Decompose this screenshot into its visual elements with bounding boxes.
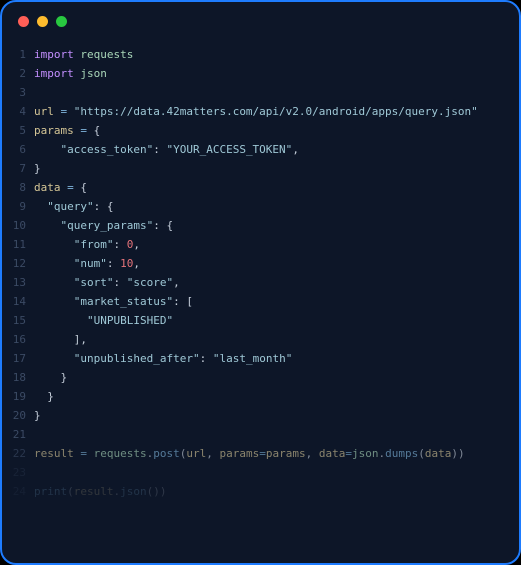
line-number: 15 xyxy=(10,311,34,330)
line-content: url = "https://data.42matters.com/api/v2… xyxy=(34,102,478,121)
line-content: } xyxy=(34,406,41,425)
line-number: 3 xyxy=(10,83,34,102)
line-number: 6 xyxy=(10,140,34,159)
line-content: "access_token": "YOUR_ACCESS_TOKEN", xyxy=(34,140,299,159)
line-number: 17 xyxy=(10,349,34,368)
line-number: 23 xyxy=(10,463,34,482)
line-number: 12 xyxy=(10,254,34,273)
line-content: params = { xyxy=(34,121,100,140)
code-line: 8data = { xyxy=(10,178,519,197)
code-line: 22result = requests.post(url, params=par… xyxy=(10,444,519,463)
code-line: 7} xyxy=(10,159,519,178)
code-line: 10 "query_params": { xyxy=(10,216,519,235)
code-line: 24print(result.json()) xyxy=(10,482,519,501)
line-number: 9 xyxy=(10,197,34,216)
line-content: } xyxy=(34,387,54,406)
line-content: "num": 10, xyxy=(34,254,140,273)
code-line: 3 xyxy=(10,83,519,102)
line-number: 20 xyxy=(10,406,34,425)
line-number: 11 xyxy=(10,235,34,254)
code-line: 20} xyxy=(10,406,519,425)
code-line: 2import json xyxy=(10,64,519,83)
line-content: "market_status": [ xyxy=(34,292,193,311)
line-number: 18 xyxy=(10,368,34,387)
line-number: 2 xyxy=(10,64,34,83)
line-content: ], xyxy=(34,330,87,349)
line-content: data = { xyxy=(34,178,87,197)
line-content: print(result.json()) xyxy=(34,482,167,501)
window-titlebar xyxy=(2,16,519,45)
line-number: 16 xyxy=(10,330,34,349)
code-line: 5params = { xyxy=(10,121,519,140)
line-content: } xyxy=(34,368,67,387)
code-editor[interactable]: 1import requests2import json34url = "htt… xyxy=(2,45,519,501)
line-number: 19 xyxy=(10,387,34,406)
line-content: "UNPUBLISHED" xyxy=(34,311,173,330)
line-number: 24 xyxy=(10,482,34,501)
code-line: 21 xyxy=(10,425,519,444)
line-content: "sort": "score", xyxy=(34,273,180,292)
line-number: 21 xyxy=(10,425,34,444)
line-number: 4 xyxy=(10,102,34,121)
code-line: 16 ], xyxy=(10,330,519,349)
code-line: 4url = "https://data.42matters.com/api/v… xyxy=(10,102,519,121)
line-number: 22 xyxy=(10,444,34,463)
line-content: import json xyxy=(34,64,107,83)
code-line: 19 } xyxy=(10,387,519,406)
line-number: 7 xyxy=(10,159,34,178)
line-content: "from": 0, xyxy=(34,235,140,254)
minimize-icon[interactable] xyxy=(37,16,48,27)
line-content: result = requests.post(url, params=param… xyxy=(34,444,465,463)
line-number: 10 xyxy=(10,216,34,235)
code-line: 12 "num": 10, xyxy=(10,254,519,273)
line-content: "query_params": { xyxy=(34,216,173,235)
code-line: 15 "UNPUBLISHED" xyxy=(10,311,519,330)
code-line: 14 "market_status": [ xyxy=(10,292,519,311)
code-window: 1import requests2import json34url = "htt… xyxy=(0,0,521,565)
line-number: 1 xyxy=(10,45,34,64)
line-number: 13 xyxy=(10,273,34,292)
code-line: 11 "from": 0, xyxy=(10,235,519,254)
code-line: 13 "sort": "score", xyxy=(10,273,519,292)
line-content: "query": { xyxy=(34,197,113,216)
line-number: 14 xyxy=(10,292,34,311)
line-content: import requests xyxy=(34,45,133,64)
maximize-icon[interactable] xyxy=(56,16,67,27)
line-content: "unpublished_after": "last_month" xyxy=(34,349,292,368)
code-line: 18 } xyxy=(10,368,519,387)
line-content: } xyxy=(34,159,41,178)
code-line: 1import requests xyxy=(10,45,519,64)
code-line: 9 "query": { xyxy=(10,197,519,216)
code-line: 23 xyxy=(10,463,519,482)
code-line: 6 "access_token": "YOUR_ACCESS_TOKEN", xyxy=(10,140,519,159)
code-line: 17 "unpublished_after": "last_month" xyxy=(10,349,519,368)
line-number: 8 xyxy=(10,178,34,197)
line-number: 5 xyxy=(10,121,34,140)
close-icon[interactable] xyxy=(18,16,29,27)
